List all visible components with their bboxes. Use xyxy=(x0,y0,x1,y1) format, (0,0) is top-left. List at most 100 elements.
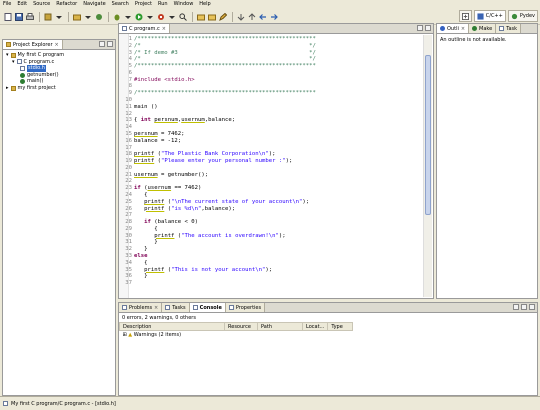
tab-properties[interactable]: Properties xyxy=(225,303,266,312)
build-icon[interactable] xyxy=(43,12,52,21)
close-icon[interactable]: × xyxy=(162,26,166,32)
column-resource[interactable]: Resource xyxy=(224,322,258,331)
column-path[interactable]: Path xyxy=(257,322,303,331)
tree-item-project2[interactable]: ▸ my first project xyxy=(6,85,112,92)
run-dropdown-icon[interactable] xyxy=(145,12,154,21)
scrollbar-thumb[interactable] xyxy=(425,55,431,215)
code-line[interactable]: 16 balance = -12; xyxy=(122,138,421,145)
code-line[interactable]: 25 printf ("\nThe current state of your … xyxy=(122,199,421,206)
code-line[interactable]: 23 if (usernum == 7462) xyxy=(122,185,421,192)
maximize-icon[interactable] xyxy=(107,41,113,47)
run-icon[interactable] xyxy=(134,12,143,21)
menu-search[interactable]: Search xyxy=(112,0,129,8)
code-line[interactable]: 27 xyxy=(122,212,421,219)
forward-icon[interactable] xyxy=(269,12,278,21)
minimize-icon[interactable] xyxy=(99,41,105,47)
minimize-icon[interactable] xyxy=(521,304,527,310)
code-line[interactable]: 34 { xyxy=(122,260,421,267)
menu-help[interactable]: Help xyxy=(199,0,210,8)
code-line[interactable]: 32 } xyxy=(122,246,421,253)
code-line[interactable]: 30 printf ("The account is overdrawn!\n"… xyxy=(122,233,421,240)
code-line[interactable]: 5/**************************************… xyxy=(122,63,421,70)
code-line[interactable]: 22 xyxy=(122,178,421,185)
collapse-icon[interactable]: ▾ xyxy=(12,59,15,66)
search-icon[interactable] xyxy=(178,12,187,21)
code-line[interactable]: 1/**************************************… xyxy=(122,36,421,43)
tab-editor-file[interactable]: C program.c × xyxy=(119,24,170,33)
new-project-icon[interactable] xyxy=(72,12,81,21)
code-line[interactable]: 12 xyxy=(122,111,421,118)
tab-tasks-side[interactable]: Task xyxy=(496,24,522,33)
close-icon[interactable]: × xyxy=(154,305,158,311)
code-line[interactable]: 14 xyxy=(122,124,421,131)
menu-source[interactable]: Source xyxy=(33,0,50,8)
perspective-pydev-button[interactable]: Pydev xyxy=(507,10,538,22)
maximize-icon[interactable] xyxy=(529,304,535,310)
build-dropdown-icon[interactable] xyxy=(54,12,63,21)
close-icon[interactable]: × xyxy=(461,26,465,32)
code-line[interactable]: 29 { xyxy=(122,226,421,233)
expand-icon[interactable]: ▸ xyxy=(6,85,9,92)
open-perspective-button[interactable] xyxy=(458,10,472,22)
menu-window[interactable]: Window xyxy=(174,0,194,8)
menu-run[interactable]: Run xyxy=(158,0,168,8)
column-description[interactable]: Description xyxy=(119,322,225,331)
code-line[interactable]: 26 printf ("is %d\n",balance); xyxy=(122,206,421,213)
tab-problems[interactable]: Problems × xyxy=(119,303,163,312)
code-line[interactable]: 36 } xyxy=(122,273,421,280)
code-line[interactable]: 28 if (balance < 0) xyxy=(122,219,421,226)
code-line[interactable]: 31 } xyxy=(122,239,421,246)
editor-scrollbar[interactable] xyxy=(423,35,432,297)
code-line[interactable]: 8 xyxy=(122,83,421,90)
minimize-icon[interactable] xyxy=(417,25,423,31)
menu-project[interactable]: Project xyxy=(135,0,152,8)
menu-navigate[interactable]: Navigate xyxy=(83,0,105,8)
code-line[interactable]: 20 xyxy=(122,165,421,172)
view-menu-icon[interactable] xyxy=(513,304,519,310)
table-row[interactable]: ⊞ ▲ Warnings (2 items) xyxy=(120,331,538,340)
maximize-icon[interactable] xyxy=(425,25,431,31)
code-line[interactable]: 21 usernum = getnumber(); xyxy=(122,172,421,179)
column-type[interactable]: Type xyxy=(327,322,354,331)
column-location[interactable]: Locat... xyxy=(301,322,329,331)
new-class-icon[interactable] xyxy=(94,12,103,21)
menu-file[interactable]: File xyxy=(3,0,11,8)
new-icon[interactable] xyxy=(3,12,12,21)
code-line[interactable]: 4/* */ xyxy=(122,56,421,63)
expand-icon[interactable]: ⊞ xyxy=(123,332,127,338)
code-line[interactable]: 10 xyxy=(122,97,421,104)
code-line[interactable]: 2/* */ xyxy=(122,43,421,50)
open-type-icon[interactable] xyxy=(196,12,205,21)
code-line[interactable]: 33 else xyxy=(122,253,421,260)
code-line[interactable]: 18 printf ("The Plastic Bank Corporation\… xyxy=(122,151,421,158)
code-line[interactable]: 7 #include <stdio.h> xyxy=(122,77,421,84)
tree-item-project1[interactable]: ▾ My first C program xyxy=(6,52,112,59)
menu-refactor[interactable]: Refactor xyxy=(56,0,77,8)
next-annotation-icon[interactable] xyxy=(236,12,245,21)
debug-dropdown-icon[interactable] xyxy=(123,12,132,21)
code-line[interactable]: 19 printf ("Please enter your personal nu… xyxy=(122,158,421,165)
perspective-cpp-button[interactable]: C/C++ xyxy=(473,10,506,22)
code-line[interactable]: 3/* If demo #3 */ xyxy=(122,50,421,57)
code-line[interactable]: 35 printf ("This is not your account\n")… xyxy=(122,267,421,274)
tab-make[interactable]: Make xyxy=(469,24,497,33)
code-line[interactable]: 17 xyxy=(122,145,421,152)
collapse-icon[interactable]: ▾ xyxy=(6,52,9,59)
save-icon[interactable] xyxy=(14,12,23,21)
code-line[interactable]: 24 { xyxy=(122,192,421,199)
code-area[interactable]: 1/**************************************… xyxy=(122,36,421,287)
tree-item-include[interactable]: stdio.h xyxy=(6,65,112,72)
code-line[interactable]: 11 main () xyxy=(122,104,421,111)
tab-outline[interactable]: Outli × xyxy=(437,24,470,33)
tab-project-explorer[interactable]: Project Explorer × xyxy=(3,40,63,49)
debug-icon[interactable] xyxy=(112,12,121,21)
back-icon[interactable] xyxy=(258,12,267,21)
tools-dropdown-icon[interactable] xyxy=(167,12,176,21)
tab-tasks[interactable]: Tasks xyxy=(162,303,190,312)
tab-console[interactable]: Console xyxy=(189,303,226,312)
tree-item-fn-getnumber[interactable]: getnumber() xyxy=(6,72,112,79)
tree-item-fn-main[interactable]: main() xyxy=(6,78,112,85)
close-icon[interactable]: × xyxy=(55,42,59,48)
menu-edit[interactable]: Edit xyxy=(17,0,27,8)
code-line[interactable]: 37 xyxy=(122,280,421,287)
